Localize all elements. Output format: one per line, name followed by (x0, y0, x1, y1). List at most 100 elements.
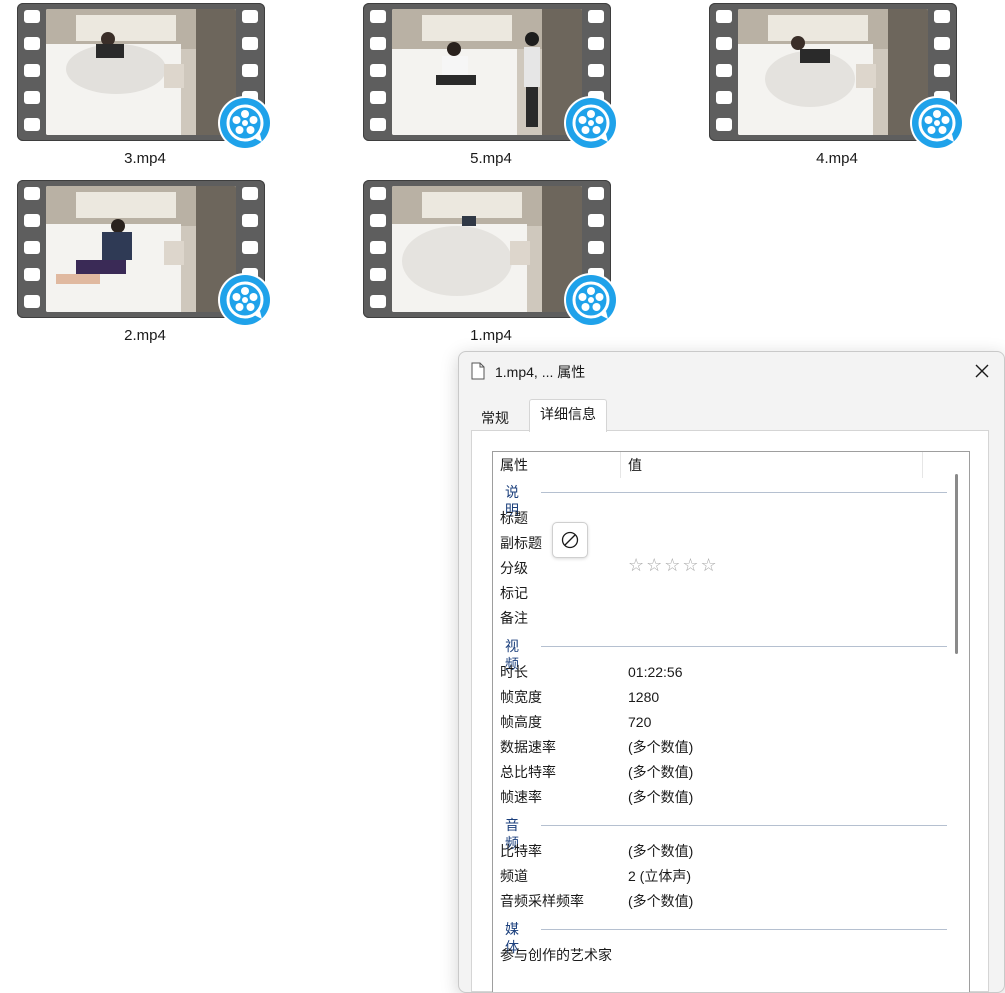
video-thumbnail (363, 180, 623, 330)
tab-general[interactable]: 常规 (471, 404, 519, 432)
film-perforation (24, 187, 40, 200)
property-value-frame-width[interactable]: 1280 (628, 688, 659, 706)
film-perforation (24, 118, 40, 131)
film-perforation (24, 268, 40, 281)
file-tile[interactable]: 2.mp4 (17, 180, 277, 350)
group-divider (541, 825, 947, 826)
film-perforation (370, 37, 386, 50)
property-value-audio-bitrate[interactable]: (多个数值) (628, 842, 693, 860)
video-frame-image (738, 9, 928, 135)
property-list: 属性 值 说明 标题 副标题 分级 ☆☆☆☆☆ 标记 备注 视频 时长 01:2… (492, 451, 970, 992)
film-perforation (716, 91, 732, 104)
property-label-frame-rate: 帧速率 (500, 789, 542, 805)
property-label-frame-height: 帧高度 (500, 714, 542, 730)
video-thumbnail (17, 180, 277, 330)
film-perforation (24, 37, 40, 50)
property-value-data-rate[interactable]: (多个数值) (628, 738, 693, 756)
property-value-length[interactable]: 01:22:56 (628, 663, 683, 681)
film-perforation (716, 64, 732, 77)
film-perforation (24, 241, 40, 254)
rating-stars[interactable]: ☆☆☆☆☆ (628, 556, 719, 574)
film-perforation (242, 37, 258, 50)
film-perforation (716, 37, 732, 50)
film-perforation (24, 214, 40, 227)
film-perforation (588, 10, 604, 23)
file-name: 3.mp4 (124, 150, 166, 167)
file-tile[interactable]: 4.mp4 (709, 3, 969, 173)
video-thumbnail (17, 3, 277, 153)
clear-value-button[interactable] (552, 522, 588, 558)
film-perforation (370, 64, 386, 77)
film-perforation (242, 64, 258, 77)
video-player-badge-icon (566, 275, 616, 325)
film-perforation (716, 10, 732, 23)
property-value-total-bitrate[interactable]: (多个数值) (628, 763, 693, 781)
file-name: 1.mp4 (470, 327, 512, 344)
video-player-badge-icon (220, 98, 270, 148)
dialog-title: 1.mp4, ... 属性 (495, 364, 586, 380)
film-perforation (370, 241, 386, 254)
video-player-badge-icon (566, 98, 616, 148)
column-header-property[interactable]: 属性 (493, 452, 621, 478)
properties-dialog: 1.mp4, ... 属性 属性 值 说明 标题 副标题 分级 ☆☆☆☆☆ 标记… (458, 351, 1005, 993)
film-perforation (24, 295, 40, 308)
document-icon (471, 362, 485, 385)
property-label-subtitle: 副标题 (500, 535, 542, 551)
group-divider (541, 492, 947, 493)
video-frame-image (392, 9, 582, 135)
property-label-rating: 分级 (500, 560, 528, 576)
property-value-frame-height[interactable]: 720 (628, 713, 651, 731)
video-player-badge-icon (220, 275, 270, 325)
film-perforation (242, 187, 258, 200)
file-name: 5.mp4 (470, 150, 512, 167)
video-frame-image (392, 186, 582, 312)
film-perforation (716, 118, 732, 131)
video-player-badge-icon (912, 98, 962, 148)
film-perforation (370, 91, 386, 104)
video-thumbnail (709, 3, 969, 153)
film-perforation (934, 37, 950, 50)
file-tile[interactable]: 5.mp4 (363, 3, 623, 173)
clear-value-icon (561, 531, 579, 549)
film-perforation (588, 187, 604, 200)
group-divider (541, 929, 947, 930)
video-frame-image (46, 186, 236, 312)
film-perforation (370, 187, 386, 200)
property-label-audio-bitrate: 比特率 (500, 843, 542, 859)
property-value-frame-rate[interactable]: (多个数值) (628, 788, 693, 806)
property-label-frame-width: 帧宽度 (500, 689, 542, 705)
tab-panel-details: 属性 值 说明 标题 副标题 分级 ☆☆☆☆☆ 标记 备注 视频 时长 01:2… (471, 430, 989, 992)
group-divider (541, 646, 947, 647)
close-button[interactable] (966, 356, 998, 386)
film-perforation (242, 214, 258, 227)
column-header-value[interactable]: 值 (621, 452, 923, 478)
file-tile[interactable]: 3.mp4 (17, 3, 277, 173)
video-frame-image (46, 9, 236, 135)
property-label-length: 时长 (500, 664, 528, 680)
dialog-titlebar[interactable]: 1.mp4, ... 属性 (459, 352, 1004, 390)
property-label-channels: 频道 (500, 868, 528, 884)
film-perforation (370, 118, 386, 131)
film-perforation (370, 10, 386, 23)
property-label-data-rate: 数据速率 (500, 739, 556, 755)
property-label-comments: 备注 (500, 610, 528, 626)
film-perforation (934, 64, 950, 77)
film-perforation (934, 10, 950, 23)
film-perforation (242, 10, 258, 23)
tab-details[interactable]: 详细信息 (529, 399, 607, 432)
property-value-sample-rate[interactable]: (多个数值) (628, 892, 693, 910)
file-tile[interactable]: 1.mp4 (363, 180, 623, 350)
film-perforation (370, 268, 386, 281)
film-perforation (24, 10, 40, 23)
property-label-contributing-artists: 参与创作的艺术家 (500, 947, 612, 963)
film-perforation (370, 295, 386, 308)
video-thumbnail (363, 3, 623, 153)
property-label-title: 标题 (500, 510, 528, 526)
file-name: 2.mp4 (124, 327, 166, 344)
property-value-channels[interactable]: 2 (立体声) (628, 867, 691, 885)
film-perforation (588, 37, 604, 50)
film-perforation (588, 214, 604, 227)
scrollbar-thumb[interactable] (955, 474, 958, 654)
property-label-tags: 标记 (500, 585, 528, 601)
file-name: 4.mp4 (816, 150, 858, 167)
